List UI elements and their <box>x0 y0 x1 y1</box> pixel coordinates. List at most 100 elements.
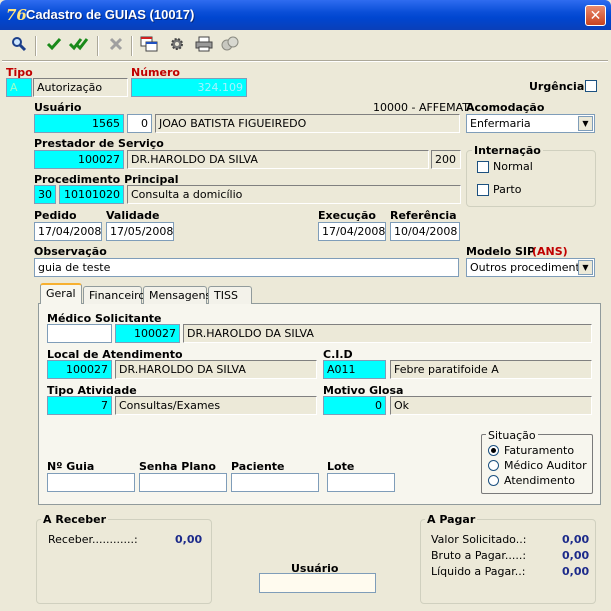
delete-icon[interactable] <box>105 36 127 56</box>
validade-field[interactable]: 17/05/2008 <box>106 222 174 241</box>
toolbar-separator <box>97 36 99 56</box>
execucao-field[interactable]: 17/04/2008 <box>318 222 386 241</box>
motivo-glosa-name-field[interactable]: Ok <box>390 396 592 415</box>
tipo-atividade-name-field[interactable]: Consultas/Exames <box>115 396 317 415</box>
tipo-code-field[interactable]: A <box>6 78 32 97</box>
check-icon[interactable] <box>43 36 65 56</box>
search-icon[interactable] <box>8 36 30 56</box>
cadastro-guias-window: 76 Cadastro de GUIAS (10017) ✕ Tipo A Au… <box>0 0 611 611</box>
referencia-field[interactable]: 10/04/2008 <box>390 222 460 241</box>
tab-mensagens[interactable]: Mensagens <box>143 286 211 304</box>
modelo-sip-value: Outros procedimentos <box>470 261 593 274</box>
tab-geral[interactable]: Geral <box>40 283 82 304</box>
prestador-label: Prestador de Serviço <box>34 137 164 150</box>
tab-financeiro[interactable]: Financeiro <box>83 286 145 304</box>
validade-label: Validade <box>106 209 160 222</box>
procedimento-name-field[interactable]: Consulta a domicílio <box>127 185 461 204</box>
procedimento-code-field[interactable]: 10101020 <box>59 185 124 204</box>
close-button[interactable]: ✕ <box>585 5 606 26</box>
valor-solicitado-label: Valor Solicitado..: <box>431 533 527 546</box>
tipo-value-field[interactable]: Autorização <box>33 78 128 97</box>
numero-field[interactable]: 324.109 <box>131 78 247 97</box>
internacao-normal-checkbox[interactable] <box>477 161 489 173</box>
acomodacao-label: Acomodação <box>466 101 545 114</box>
situacao-faturamento-label: Faturamento <box>504 444 575 457</box>
senha-plano-field[interactable] <box>139 473 227 492</box>
a-pagar-title: A Pagar <box>425 513 478 526</box>
window-title: Cadastro de GUIAS (10017) <box>26 7 195 22</box>
observacao-field[interactable]: guia de teste <box>34 258 459 277</box>
local-name-field[interactable]: DR.HAROLDO DA SILVA <box>115 360 317 379</box>
tipo-atividade-code-field[interactable]: 7 <box>47 396 112 415</box>
situacao-medico-auditor-label: Médico Auditor <box>504 459 587 472</box>
cid-code-field[interactable]: A011 <box>323 360 386 379</box>
chevron-down-icon[interactable]: ▼ <box>578 116 593 131</box>
cid-name-field[interactable]: Febre paratifoide A <box>390 360 592 379</box>
acomodacao-value: Enfermaria <box>470 117 531 130</box>
modelo-sip-tag: (ANS) <box>532 245 568 258</box>
motivo-glosa-code-field[interactable]: 0 <box>323 396 386 415</box>
receber-value: 0,00 <box>175 533 203 546</box>
modelo-sip-select[interactable]: Outros procedimentos ▼ <box>466 258 595 277</box>
liquido-value: 0,00 <box>562 565 590 578</box>
internacao-group <box>466 150 596 207</box>
coins-icon[interactable] <box>219 36 241 56</box>
app-icon: 76 <box>6 6 27 24</box>
printer-icon[interactable] <box>193 36 215 56</box>
chevron-down-icon[interactable]: ▼ <box>578 260 593 275</box>
acomodacao-select[interactable]: Enfermaria ▼ <box>466 114 595 133</box>
situacao-faturamento-radio[interactable] <box>488 445 499 456</box>
senha-plano-label: Senha Plano <box>139 460 216 473</box>
internacao-parto-checkbox[interactable] <box>477 184 489 196</box>
toolbar-separator <box>35 36 37 56</box>
internacao-title: Internação <box>472 144 543 157</box>
paciente-label: Paciente <box>231 460 285 473</box>
observacao-label: Observação <box>34 245 107 258</box>
execucao-label: Execução <box>318 209 376 222</box>
bruto-label: Bruto a Pagar.....: <box>431 549 527 562</box>
usuario-code-field[interactable]: 1565 <box>34 114 124 133</box>
referencia-label: Referência <box>390 209 457 222</box>
liquido-label: Líquido a Pagar..: <box>431 565 526 578</box>
toolbar-divider <box>2 60 608 62</box>
tab-tiss[interactable]: TISS <box>208 286 252 304</box>
n-guia-label: Nº Guia <box>47 460 95 473</box>
internacao-normal-label: Normal <box>493 160 533 173</box>
situacao-atendimento-radio[interactable] <box>488 475 499 486</box>
double-check-icon[interactable] <box>68 36 90 56</box>
receber-label: Receber............: <box>48 533 138 546</box>
urgencia-checkbox[interactable] <box>585 80 597 92</box>
medico-name-field[interactable]: DR.HAROLDO DA SILVA <box>183 324 592 343</box>
internacao-parto-label: Parto <box>493 183 522 196</box>
prestador-code-field[interactable]: 100027 <box>34 150 124 169</box>
procedimento-qty-field[interactable]: 30 <box>34 185 56 204</box>
toolbar <box>0 30 611 60</box>
lote-field[interactable] <box>327 473 395 492</box>
situacao-medico-auditor-radio[interactable] <box>488 460 499 471</box>
bruto-value: 0,00 <box>562 549 590 562</box>
modelo-sip-label: Modelo SIP <box>466 245 536 258</box>
title-bar[interactable]: 76 Cadastro de GUIAS (10017) ✕ <box>0 0 611 30</box>
usuario-footer-field[interactable] <box>259 573 376 593</box>
a-receber-title: A Receber <box>41 513 109 526</box>
pedido-field[interactable]: 17/04/2008 <box>34 222 102 241</box>
lote-label: Lote <box>327 460 355 473</box>
n-guia-field[interactable] <box>47 473 135 492</box>
usuario-info: 10000 - AFFEMAT <box>373 101 469 114</box>
prestador-extra-field[interactable]: 200 <box>431 150 461 169</box>
pedido-label: Pedido <box>34 209 77 222</box>
urgencia-label: Urgência <box>529 80 585 93</box>
paciente-field[interactable] <box>231 473 319 492</box>
usuario-name-field[interactable]: JOAO BATISTA FIGUEIREDO <box>155 114 460 133</box>
prestador-name-field[interactable]: DR.HAROLDO DA SILVA <box>127 150 429 169</box>
situacao-atendimento-label: Atendimento <box>504 474 575 487</box>
a-receber-group <box>36 519 212 604</box>
local-code-field[interactable]: 100027 <box>47 360 112 379</box>
usuario-label: Usuário <box>34 101 82 114</box>
medico-code-field[interactable]: 100027 <box>115 324 180 343</box>
medico-code-blank-field[interactable] <box>47 324 112 343</box>
gear-icon[interactable] <box>166 36 188 56</box>
usuario-digit-field[interactable]: 0 <box>127 114 152 133</box>
window-icon[interactable] <box>138 36 160 56</box>
toolbar-separator <box>131 36 133 56</box>
